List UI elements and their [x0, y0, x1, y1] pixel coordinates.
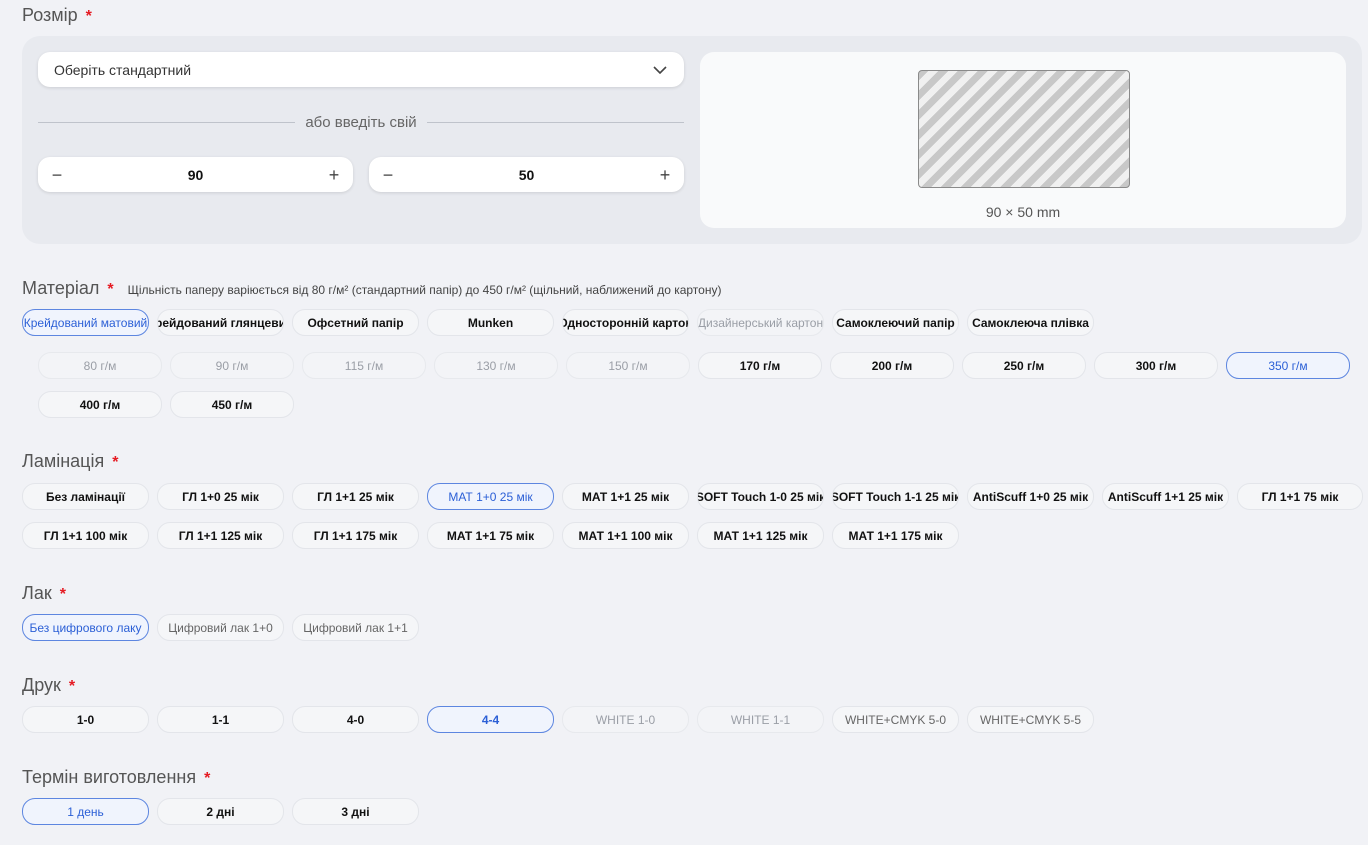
lamination-option[interactable]: МАТ 1+1 75 мік	[427, 522, 554, 549]
density-option[interactable]: 250 г/м	[962, 352, 1086, 379]
density-option[interactable]: 90 г/м	[170, 352, 294, 379]
print-option[interactable]: 4-4	[427, 706, 554, 733]
lamination-option[interactable]: SOFT Touch 1-1 25 мік	[832, 483, 959, 510]
lamination-option[interactable]: AntiScuff 1+0 25 мік	[967, 483, 1094, 510]
term-option[interactable]: 1 день	[22, 798, 149, 825]
size-preview: 90 × 50 mm	[700, 52, 1346, 228]
density-option[interactable]: 450 г/м	[170, 391, 294, 418]
lamination-option[interactable]: МАТ 1+1 175 мік	[832, 522, 959, 549]
print-option[interactable]: 1-0	[22, 706, 149, 733]
density-option[interactable]: 130 г/м	[434, 352, 558, 379]
material-option[interactable]: Munken	[427, 309, 554, 336]
preview-label: 90 × 50 mm	[985, 204, 1061, 220]
lamination-option[interactable]: ГЛ 1+1 25 мік	[292, 483, 419, 510]
varnish-option[interactable]: Без цифрового лаку	[22, 614, 149, 641]
preview-rectangle	[918, 70, 1130, 188]
print-option[interactable]: WHITE+CMYK 5-5	[967, 706, 1094, 733]
lamination-option[interactable]: ГЛ 1+1 100 мік	[22, 522, 149, 549]
varnish-option[interactable]: Цифровий лак 1+1	[292, 614, 419, 641]
density-row-2: 400 г/м 450 г/м	[38, 391, 294, 418]
print-options: 1-0 1-1 4-0 4-4 WHITE 1-0 WHITE 1-1 WHIT…	[22, 706, 1094, 733]
density-option[interactable]: 350 г/м	[1226, 352, 1350, 379]
standard-size-select[interactable]: Оберіть стандартний	[38, 52, 684, 87]
print-option[interactable]: WHITE 1-1	[697, 706, 824, 733]
lamination-option[interactable]: МАТ 1+1 100 мік	[562, 522, 689, 549]
lamination-row-1: Без ламінації ГЛ 1+0 25 мік ГЛ 1+1 25 мі…	[22, 483, 1363, 510]
lamination-option[interactable]: ГЛ 1+1 75 мік	[1237, 483, 1363, 510]
varnish-option[interactable]: Цифровий лак 1+0	[157, 614, 284, 641]
lamination-option[interactable]: МАТ 1+1 25 мік	[562, 483, 689, 510]
density-option[interactable]: 150 г/м	[566, 352, 690, 379]
term-option[interactable]: 2 дні	[157, 798, 284, 825]
lamination-option[interactable]: ГЛ 1+1 175 мік	[292, 522, 419, 549]
term-title: Термін виготовлення *	[22, 767, 211, 787]
varnish-title: Лак *	[22, 583, 66, 603]
term-options: 1 день 2 дні 3 дні	[22, 798, 419, 825]
minus-icon[interactable]: −	[48, 166, 66, 184]
density-option[interactable]: 80 г/м	[38, 352, 162, 379]
material-types: Крейдований матовий Крейдований глянцеви…	[22, 309, 1094, 336]
lamination-option[interactable]: AntiScuff 1+1 25 мік	[1102, 483, 1229, 510]
print-option[interactable]: WHITE 1-0	[562, 706, 689, 733]
material-option[interactable]: Самоклеючий папір	[832, 309, 959, 336]
lamination-row-2: ГЛ 1+1 100 мік ГЛ 1+1 125 мік ГЛ 1+1 175…	[22, 522, 959, 549]
height-value[interactable]: 50	[519, 167, 535, 183]
lamination-option[interactable]: SOFT Touch 1-0 25 мік	[697, 483, 824, 510]
density-option[interactable]: 200 г/м	[830, 352, 954, 379]
material-option[interactable]: Крейдований глянцевий	[157, 309, 284, 336]
density-row-1: 80 г/м 90 г/м 115 г/м 130 г/м 150 г/м 17…	[38, 352, 1350, 379]
lamination-option[interactable]: ГЛ 1+1 125 мік	[157, 522, 284, 549]
plus-icon[interactable]: +	[656, 166, 674, 184]
size-panel: Оберіть стандартний або введіть свій − 9…	[22, 36, 1362, 244]
material-option[interactable]: Односторонній картон	[562, 309, 689, 336]
print-title: Друк *	[22, 675, 76, 695]
lamination-option[interactable]: МАТ 1+0 25 мік	[427, 483, 554, 510]
term-option[interactable]: 3 дні	[292, 798, 419, 825]
select-placeholder: Оберіть стандартний	[54, 61, 192, 78]
width-stepper: − 90 +	[38, 157, 353, 192]
varnish-options: Без цифрового лаку Цифровий лак 1+0 Цифр…	[22, 614, 419, 641]
chevron-down-icon	[652, 62, 668, 78]
plus-icon[interactable]: +	[325, 166, 343, 184]
material-hint: Щільність паперу варіюється від 80 г/м² …	[127, 283, 722, 297]
print-option[interactable]: WHITE+CMYK 5-0	[832, 706, 959, 733]
minus-icon[interactable]: −	[379, 166, 397, 184]
density-option[interactable]: 170 г/м	[698, 352, 822, 379]
width-value[interactable]: 90	[188, 167, 204, 183]
lamination-option[interactable]: Без ламінації	[22, 483, 149, 510]
material-option[interactable]: Самоклеюча плівка	[967, 309, 1094, 336]
material-option[interactable]: Крейдований матовий	[22, 309, 149, 336]
or-divider: або введіть свій	[38, 112, 684, 132]
size-title: Розмір *	[22, 5, 92, 25]
material-title: Матеріал * Щільність паперу варіюється ві…	[22, 278, 722, 298]
print-option[interactable]: 4-0	[292, 706, 419, 733]
density-option[interactable]: 400 г/м	[38, 391, 162, 418]
height-stepper: − 50 +	[369, 157, 684, 192]
lamination-option[interactable]: МАТ 1+1 125 мік	[697, 522, 824, 549]
density-option[interactable]: 300 г/м	[1094, 352, 1218, 379]
lamination-title: Ламінація *	[22, 451, 119, 471]
density-option[interactable]: 115 г/м	[302, 352, 426, 379]
material-option[interactable]: Дизайнерський картон	[697, 309, 824, 336]
material-option[interactable]: Офсетний папір	[292, 309, 419, 336]
lamination-option[interactable]: ГЛ 1+0 25 мік	[157, 483, 284, 510]
print-option[interactable]: 1-1	[157, 706, 284, 733]
